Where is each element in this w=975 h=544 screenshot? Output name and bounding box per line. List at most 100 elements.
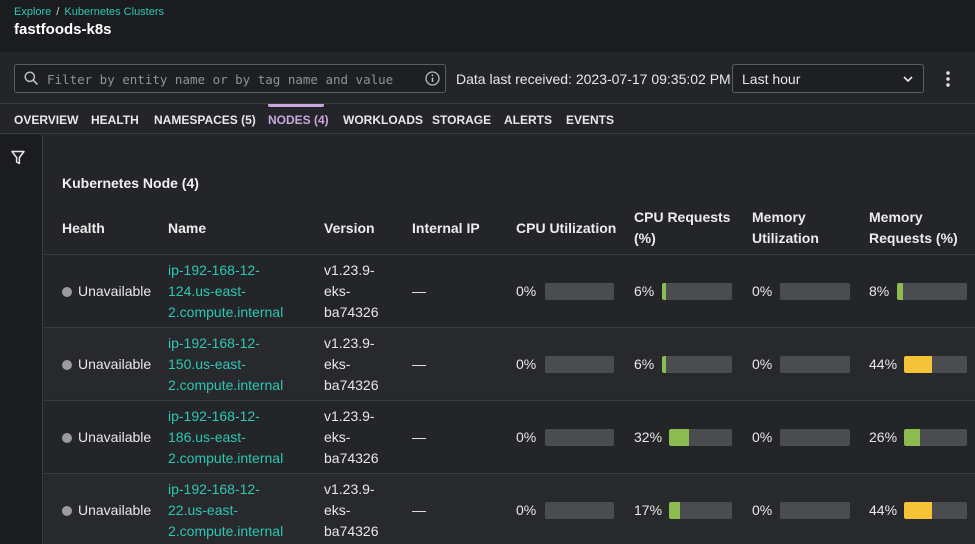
search-icon	[24, 71, 38, 85]
memory-requests-bar-fill	[904, 502, 932, 519]
filter-box[interactable]	[14, 64, 446, 93]
data-last-received: Data last received: 2023-07-17 09:35:02 …	[456, 71, 731, 87]
table-row[interactable]: Unavailable ip-192-168-12- 22.us-east- 2.co…	[44, 473, 975, 544]
node-version-line: v1.23.9-	[324, 481, 375, 497]
node-version: v1.23.9- eks-ba74326	[324, 333, 379, 396]
column-header-memory-requests-line2: Requests (%)	[869, 230, 958, 246]
column-header-memory-utilization-line2: Utilization	[752, 230, 819, 246]
column-header-cpu-requests-line1: CPU Requests	[634, 209, 731, 225]
memory-requests-bar	[904, 429, 967, 446]
node-version-line: eks-	[324, 283, 351, 299]
breadcrumb-kubernetes-clusters-link[interactable]: Kubernetes Clusters	[64, 6, 164, 18]
table-row[interactable]: Unavailable ip-192-168-12- 124.us-east- 2.c…	[44, 254, 975, 326]
cpu-utilization-bar	[545, 283, 614, 300]
cpu-utilization-value: 0%	[516, 502, 537, 518]
table-row[interactable]: Unavailable ip-192-168-12- 186.us-east- 2.c…	[44, 400, 975, 472]
node-version-line: eks-	[324, 356, 351, 372]
health-status: Unavailable	[62, 427, 151, 448]
column-header-version[interactable]: Version	[324, 218, 375, 239]
internal-ip: —	[412, 356, 426, 372]
filter-funnel-icon[interactable]	[11, 150, 25, 166]
node-name-line: ip-192-168-12-	[168, 481, 260, 497]
node-version-line: ba74326	[324, 523, 379, 539]
column-header-internal-ip[interactable]: Internal IP	[412, 218, 480, 239]
node-name-line: ip-192-168-12-	[168, 408, 260, 424]
tab-alerts[interactable]: ALERTS	[504, 113, 552, 127]
node-name-line: 124.us-east-	[168, 283, 246, 299]
section-title: Kubernetes Node (4)	[62, 175, 199, 191]
health-label: Unavailable	[78, 429, 152, 445]
column-header-cpu-utilization[interactable]: CPU Utilization	[516, 218, 616, 239]
info-icon[interactable]	[425, 71, 440, 86]
node-version: v1.23.9- eks-ba74326	[324, 260, 379, 323]
tab-workloads[interactable]: WORKLOADS	[343, 113, 423, 127]
cpu-requests-value: 17%	[634, 502, 663, 518]
tab-events[interactable]: EVENTS	[566, 113, 614, 127]
tab-overview[interactable]: OVERVIEW	[14, 113, 78, 127]
column-header-cpu-requests[interactable]: CPU Requests (%)	[634, 207, 730, 249]
breadcrumb-explore-link[interactable]: Explore	[14, 6, 51, 18]
cpu-requests-bar	[662, 356, 732, 373]
column-header-name[interactable]: Name	[168, 218, 206, 239]
node-name-line: 150.us-east-	[168, 356, 246, 372]
internal-ip: —	[412, 502, 426, 518]
column-header-memory-utilization[interactable]: Memory Utilization	[752, 207, 819, 249]
node-version-line: ba74326	[324, 304, 379, 320]
node-version: v1.23.9- eks-ba74326	[324, 406, 379, 469]
node-version-line: ba74326	[324, 377, 379, 393]
memory-requests-value: 44%	[869, 502, 898, 518]
health-status: Unavailable	[62, 354, 151, 375]
node-name-link[interactable]: ip-192-168-12- 186.us-east- 2.compute.inte…	[168, 406, 283, 469]
cpu-requests-bar	[662, 283, 732, 300]
cpu-requests-bar-fill	[662, 356, 666, 373]
cpu-utilization-value: 0%	[516, 356, 537, 372]
tab-storage[interactable]: STORAGE	[432, 113, 491, 127]
node-version: v1.23.9- eks-ba74326	[324, 479, 379, 542]
column-header-memory-requests[interactable]: Memory Requests (%)	[869, 207, 958, 249]
cpu-utilization-bar	[545, 356, 614, 373]
memory-utilization-value: 0%	[752, 283, 773, 299]
tab-nodes[interactable]: NODES (4)	[268, 113, 329, 127]
cpu-utilization-bar	[545, 429, 614, 446]
node-version-line: v1.23.9-	[324, 335, 375, 351]
node-name-line: 2.compute.internal	[168, 523, 284, 539]
memory-utilization-value: 0%	[752, 429, 773, 445]
memory-utilization-bar	[780, 356, 850, 373]
node-name-line: ip-192-168-12-	[168, 262, 260, 278]
node-name-line: 2.compute.internal	[168, 450, 284, 466]
cpu-requests-bar-fill	[669, 502, 680, 519]
cpu-requests-value: 6%	[634, 283, 655, 299]
breadcrumb-separator: /	[56, 6, 60, 18]
health-status: Unavailable	[62, 500, 151, 521]
node-name-line: 186.us-east-	[168, 429, 246, 445]
time-range-select[interactable]: Last hour	[732, 64, 924, 93]
node-name-link[interactable]: ip-192-168-12- 124.us-east- 2.compute.inte…	[168, 260, 283, 323]
tab-namespaces[interactable]: NAMESPACES (5)	[154, 113, 256, 127]
filter-rail	[0, 135, 43, 544]
node-version-line: v1.23.9-	[324, 408, 375, 424]
memory-requests-value: 8%	[869, 283, 890, 299]
node-name-line: 2.compute.internal	[168, 304, 284, 320]
status-dot-icon	[62, 432, 72, 443]
filter-input[interactable]	[47, 69, 407, 89]
node-name-link[interactable]: ip-192-168-12- 150.us-east- 2.compute.inte…	[168, 333, 283, 396]
cpu-utilization-value: 0%	[516, 429, 537, 445]
page-header: Explore / Kubernetes Clusters fastfoods-k8…	[0, 0, 975, 52]
memory-requests-bar	[904, 502, 967, 519]
cpu-requests-bar	[669, 429, 732, 446]
cpu-requests-value: 32%	[634, 429, 663, 445]
column-header-health[interactable]: Health	[62, 218, 105, 239]
tab-health[interactable]: HEALTH	[91, 113, 139, 127]
node-name-link[interactable]: ip-192-168-12- 22.us-east- 2.compute.inter…	[168, 479, 283, 542]
health-label: Unavailable	[78, 356, 152, 372]
memory-utilization-value: 0%	[752, 356, 773, 372]
memory-utilization-bar	[780, 429, 850, 446]
memory-requests-bar	[904, 356, 967, 373]
node-name-line: ip-192-168-12-	[168, 335, 260, 351]
table-row[interactable]: Unavailable ip-192-168-12- 150.us-east- 2.c…	[44, 327, 975, 399]
health-label: Unavailable	[78, 502, 152, 518]
node-version-line: eks-	[324, 502, 351, 518]
cpu-utilization-value: 0%	[516, 283, 537, 299]
memory-utilization-bar	[780, 502, 850, 519]
more-options-icon[interactable]	[942, 70, 954, 88]
